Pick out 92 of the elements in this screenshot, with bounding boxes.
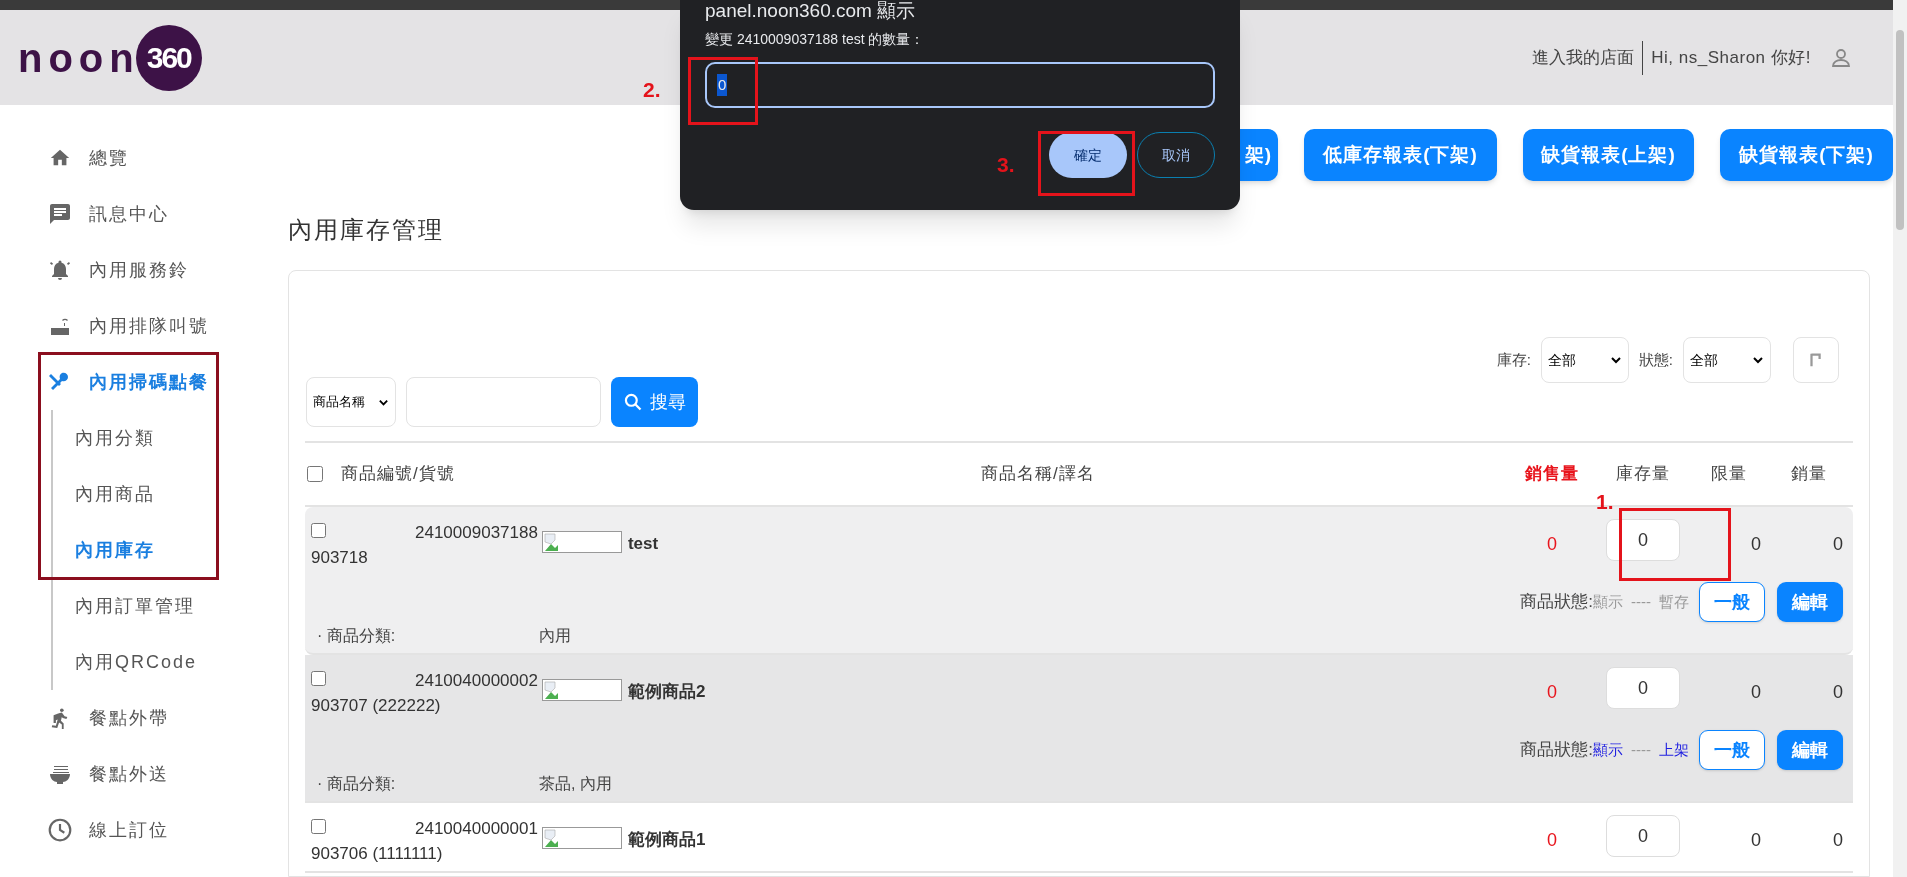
display-status-link[interactable]: 顯示 — [1593, 738, 1623, 762]
edit-button[interactable]: 編輯 — [1777, 730, 1843, 770]
product-code: 2410040000001 — [415, 818, 538, 840]
sidebar-subitem[interactable]: 內用庫存 — [75, 522, 260, 578]
column-toggle-button[interactable] — [1793, 337, 1839, 383]
limit-value: 0 — [1750, 533, 1762, 556]
row-checkbox[interactable] — [311, 523, 326, 538]
step-label: 2. — [643, 77, 661, 103]
stock-input[interactable]: 0 — [1606, 815, 1680, 857]
chevron-down-icon — [1752, 354, 1764, 366]
dialog-title: panel.noon360.com 顯示 — [705, 0, 917, 22]
dialog-message: 變更 2410009037188 test 的數量： — [705, 30, 926, 48]
category-label: · 商品分類: — [317, 774, 397, 794]
broken-image-icon — [541, 679, 622, 701]
status-label: 商品狀態: — [1520, 739, 1593, 762]
chevron-down-icon — [1609, 354, 1622, 366]
row-checkbox[interactable] — [311, 819, 326, 834]
type-button[interactable]: 一般 — [1699, 582, 1765, 622]
report-button[interactable]: 缺貨報表(上架) — [1523, 129, 1694, 181]
category-value: 茶品, 內用 — [539, 774, 612, 794]
category-label: · 商品分類: — [317, 626, 397, 646]
stock-input[interactable]: 0 — [1606, 667, 1680, 709]
select-all-checkbox[interactable] — [307, 466, 323, 482]
broken-image-icon — [541, 827, 622, 849]
status-separator: ---- — [1631, 591, 1651, 612]
store-link[interactable]: 進入我的店面 — [1532, 40, 1644, 75]
product-name: 範例商品2 — [627, 681, 706, 703]
edit-button[interactable]: 編輯 — [1777, 582, 1843, 622]
confirm-button[interactable]: 確定 — [1049, 132, 1127, 178]
filter-select[interactable]: 全部 — [1540, 337, 1629, 383]
chat-icon — [48, 202, 72, 226]
greeting-text: Hi, ns_Sharon 你好! — [1650, 46, 1811, 69]
scrollbar[interactable] — [1893, 0, 1907, 877]
product-name: test — [627, 533, 659, 555]
sidebar-subitem[interactable]: 內用QRCode — [75, 634, 260, 690]
search-icon — [623, 392, 643, 412]
highlight-box — [688, 57, 758, 125]
sidebar-subitem[interactable]: 內用商品 — [75, 466, 260, 522]
limit-value: 0 — [1750, 829, 1762, 852]
row-checkbox[interactable] — [311, 671, 326, 686]
sidebar-item[interactable]: 餐點外送 — [0, 746, 260, 802]
stock-input[interactable]: 0 — [1606, 519, 1680, 561]
status-separator: ---- — [1631, 739, 1651, 760]
sold-value: 0 — [1832, 829, 1844, 852]
sold-value: 0 — [1832, 681, 1844, 704]
product-code: 2410040000002 — [415, 670, 538, 692]
product-code: 2410009037188 — [415, 522, 538, 544]
broken-image-icon — [541, 531, 622, 553]
scrollbar-thumb[interactable] — [1896, 30, 1904, 230]
sidebar-subitem[interactable]: 內用分類 — [75, 410, 260, 466]
step-label: 3. — [997, 152, 1015, 178]
sidebar-item[interactable]: 內用排隊叫號 — [0, 298, 260, 354]
column-header: 庫存量 — [1616, 463, 1670, 486]
sidebar-item[interactable]: 線上訂位 — [0, 802, 260, 858]
sidebar-item[interactable]: 內用掃碼點餐 — [0, 354, 260, 410]
sales-value: 0 — [1546, 829, 1558, 852]
search-field[interactable] — [406, 377, 601, 427]
sidebar-subitem[interactable]: 內用訂單管理 — [75, 578, 260, 634]
filter-label: 庫存: — [1496, 349, 1531, 370]
filter-select[interactable]: 全部 — [1683, 337, 1771, 383]
report-button[interactable]: 缺貨報表(下架) — [1720, 129, 1893, 181]
column-header: 銷量 — [1791, 463, 1827, 486]
search-type-select[interactable]: 商品名稱 — [306, 377, 396, 427]
clock-icon — [47, 817, 73, 843]
sold-value: 0 — [1832, 533, 1844, 556]
report-button[interactable]: 低庫存報表(下架) — [1304, 129, 1497, 181]
product-name: 範例商品1 — [627, 829, 706, 851]
limit-value: 0 — [1750, 681, 1762, 704]
quantity-field[interactable]: 0 — [705, 62, 1215, 108]
type-button[interactable]: 一般 — [1699, 730, 1765, 770]
sidebar-item[interactable]: 訊息中心 — [0, 186, 260, 242]
logo-badge: 360 — [135, 24, 202, 91]
status-label: 商品狀態: — [1520, 591, 1593, 614]
category-value: 內用 — [539, 626, 571, 646]
column-header: 限量 — [1711, 463, 1747, 486]
sidebar-item[interactable]: 內用服務鈴 — [0, 242, 260, 298]
filter-label: 狀態: — [1638, 349, 1673, 370]
sidebar-item[interactable]: 餐點外帶 — [0, 690, 260, 746]
bell-icon — [47, 258, 73, 282]
sales-value: 0 — [1546, 533, 1558, 556]
product-id: 903706 (1111111) — [311, 842, 443, 865]
product-id: 903707 (222222) — [311, 694, 441, 717]
step-label: 1. — [1596, 489, 1614, 515]
sidebar-item[interactable]: 總覽 — [0, 130, 260, 186]
column-header: 商品名稱/譯名 — [981, 463, 1095, 486]
column-header: 銷售量 — [1525, 463, 1579, 486]
page-title: 內用庫存管理 — [288, 215, 445, 245]
column-header: 商品編號/貨號 — [341, 463, 456, 486]
search-button[interactable]: 搜尋 — [611, 377, 698, 427]
shelf-status-link[interactable]: 上架 — [1659, 738, 1689, 762]
sales-value: 0 — [1546, 681, 1558, 704]
product-id: 903718 — [311, 546, 368, 569]
